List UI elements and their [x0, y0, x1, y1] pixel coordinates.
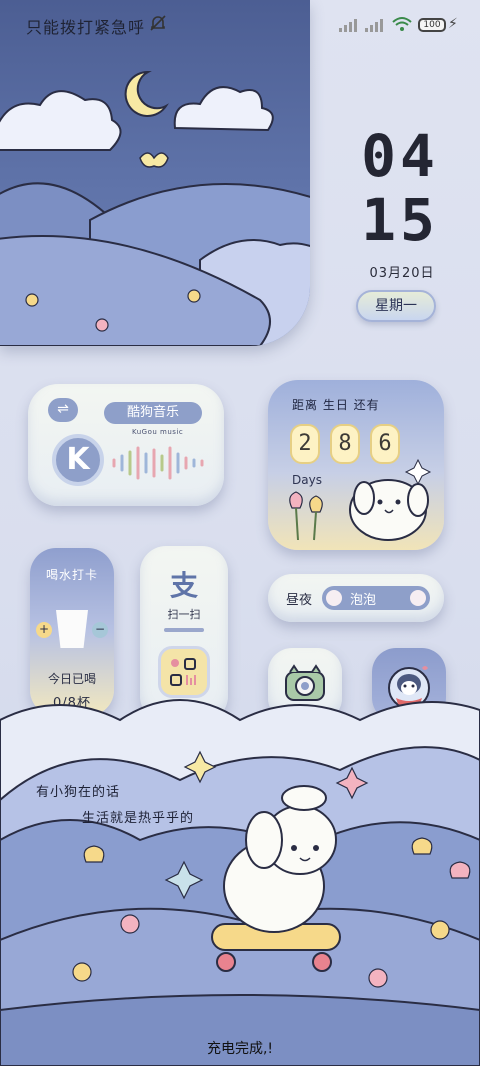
- alipay-icon[interactable]: 支: [164, 564, 204, 602]
- kugou-logo-icon[interactable]: K: [52, 434, 104, 486]
- flower-icon: [410, 590, 426, 606]
- kugou-music-widget[interactable]: ⇌ 酷狗音乐 KuGou music K: [28, 384, 224, 506]
- signal-icon: [365, 19, 383, 32]
- cup-icon: [56, 610, 88, 648]
- toggle-left-label: 昼夜: [286, 593, 313, 608]
- toggle-right-label: 泡泡: [350, 593, 377, 608]
- clock-minute[interactable]: 15: [350, 186, 450, 254]
- water-title: 喝水打卡: [45, 568, 98, 582]
- mute-bell-icon: [150, 15, 166, 31]
- clock-hour[interactable]: 04: [350, 122, 450, 190]
- carrier-text: 只能拨打紧急呼: [26, 18, 146, 37]
- moon-icon: [124, 70, 169, 117]
- date-label: 03月20日: [369, 266, 435, 281]
- puppy-skateboard-illustration: [0, 699, 480, 1066]
- status-bar: 只能拨打紧急呼 100 ⚡: [0, 0, 480, 52]
- birthday-countdown-widget[interactable]: 距离 生日 还有 2 8 6 Days: [268, 380, 444, 550]
- quote-line-1: 有小狗在的话: [36, 785, 121, 800]
- swap-icon[interactable]: ⇌: [48, 398, 78, 422]
- scan-label[interactable]: 扫一扫: [140, 606, 228, 622]
- music-app-name: 酷狗音乐: [104, 402, 202, 424]
- charging-status: 充电完成,!: [206, 1041, 274, 1057]
- weekday-badge: 星期一: [356, 290, 436, 322]
- kugou-logo-letter: K: [66, 442, 90, 477]
- battery-icon: 100: [418, 18, 446, 32]
- divider: [164, 628, 204, 632]
- plus-button[interactable]: +: [36, 622, 52, 638]
- minus-button[interactable]: −: [92, 622, 108, 638]
- water-today-label: 今日已喝: [47, 672, 96, 686]
- countdown-label: 距离 生日 还有: [292, 398, 380, 412]
- day-night-toggle[interactable]: 昼夜 泡泡: [268, 574, 444, 622]
- flower-icon: [326, 590, 342, 606]
- sound-wave-icon: [112, 446, 204, 480]
- quote-line-2: 生活就是热乎乎的: [82, 811, 195, 826]
- puppy-illustration: [289, 458, 432, 541]
- wifi-icon: [392, 17, 412, 31]
- music-app-subtitle: KuGou music: [132, 428, 184, 436]
- charging-bolt-icon: ⚡: [448, 16, 458, 32]
- signal-icon: [339, 19, 357, 32]
